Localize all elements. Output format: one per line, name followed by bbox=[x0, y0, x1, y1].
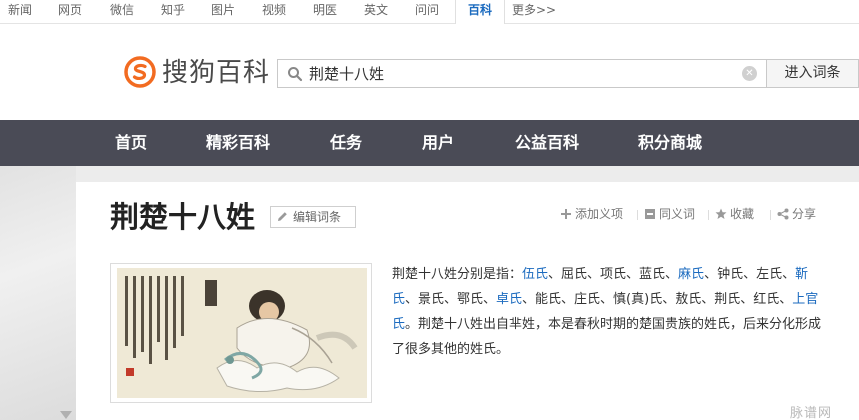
entry-summary: 荆楚十八姓分别是指：伍氏、屈氏、项氏、蓝氏、麻氏、钟氏、左氏、靳氏、景氏、鄂氏、… bbox=[392, 262, 832, 362]
header: 搜狗百科 ✕ 进入词条 bbox=[0, 24, 859, 120]
channel-images[interactable]: 图片 bbox=[211, 0, 235, 23]
synonym-icon bbox=[645, 209, 655, 219]
channel-baike[interactable]: 百科 bbox=[455, 0, 505, 25]
nav-featured[interactable]: 精彩百科 bbox=[206, 120, 270, 166]
clear-search-icon[interactable]: ✕ bbox=[742, 66, 757, 81]
divider bbox=[637, 210, 638, 220]
collapse-arrow-icon[interactable] bbox=[60, 411, 72, 420]
main-nav: 首页 精彩百科 任务 用户 公益百科 积分商城 bbox=[0, 120, 859, 166]
painting-image bbox=[117, 268, 367, 398]
entry-image[interactable] bbox=[110, 263, 372, 403]
nav-points-mall[interactable]: 积分商城 bbox=[638, 120, 702, 166]
channel-english[interactable]: 英文 bbox=[364, 0, 388, 23]
entry-card: 荆楚十八姓 编辑词条 添加义项 同义词 收藏 分享 荆楚十八姓分别是指：伍氏、屈… bbox=[76, 182, 859, 420]
edit-entry-button[interactable]: 编辑词条 bbox=[270, 206, 356, 228]
channel-bar: 新闻 网页 微信 知乎 图片 视频 明医 英文 问问 百科 更多>> bbox=[0, 0, 859, 25]
nav-public-baike[interactable]: 公益百科 bbox=[515, 120, 579, 166]
edit-entry-label: 编辑词条 bbox=[293, 210, 342, 224]
page-background bbox=[0, 166, 76, 420]
entry-title: 荆楚十八姓 bbox=[110, 200, 256, 234]
search-input[interactable] bbox=[309, 62, 729, 85]
synonym-label: 同义词 bbox=[659, 207, 696, 221]
link-wu[interactable]: 伍氏 bbox=[522, 267, 548, 282]
channel-wechat[interactable]: 微信 bbox=[110, 0, 134, 23]
summary-text: 。荆楚十八姓出自芈姓，本是春秋时期的楚国贵族的姓氏，后来分化形成了很多其他的姓氏… bbox=[392, 317, 822, 357]
channel-more[interactable]: 更多>> bbox=[512, 0, 556, 23]
brand-name[interactable]: 搜狗百科 bbox=[162, 56, 270, 90]
star-icon bbox=[715, 208, 727, 219]
channel-web[interactable]: 网页 bbox=[58, 0, 82, 23]
summary-text: 、能氏、庄氏、慎(真)氏、敖氏、荆氏、红氏、 bbox=[522, 292, 793, 307]
summary-text: 、景氏、鄂氏、 bbox=[405, 292, 497, 307]
nav-home[interactable]: 首页 bbox=[115, 120, 147, 166]
summary-text: 、屈氏、项氏、蓝氏、 bbox=[548, 267, 679, 282]
summary-text: 荆楚十八姓分别是指： bbox=[392, 267, 523, 282]
link-ma[interactable]: 麻氏 bbox=[678, 267, 704, 282]
divider bbox=[770, 210, 771, 220]
entry-actions: 添加义项 同义词 收藏 分享 bbox=[560, 206, 830, 222]
channel-news[interactable]: 新闻 bbox=[8, 0, 32, 23]
channel-zhihu[interactable]: 知乎 bbox=[161, 0, 185, 23]
search-box: ✕ bbox=[277, 59, 767, 88]
enter-entry-button[interactable]: 进入词条 bbox=[767, 59, 859, 88]
channel-video[interactable]: 视频 bbox=[262, 0, 286, 23]
channel-mingyi[interactable]: 明医 bbox=[313, 0, 337, 23]
channel-wenwen[interactable]: 问问 bbox=[415, 0, 439, 23]
add-sense-label: 添加义项 bbox=[575, 207, 624, 221]
plus-icon bbox=[561, 209, 571, 219]
nav-tasks[interactable]: 任务 bbox=[330, 120, 362, 166]
search-icon bbox=[288, 67, 303, 82]
favorite-label: 收藏 bbox=[730, 207, 755, 221]
share-icon bbox=[777, 208, 789, 220]
sogou-logo-icon[interactable] bbox=[124, 56, 156, 88]
divider bbox=[708, 210, 709, 220]
pencil-icon bbox=[278, 212, 287, 221]
share-label: 分享 bbox=[792, 207, 817, 221]
watermark: 脉谱网 bbox=[790, 406, 833, 420]
summary-text: 、钟氏、左氏、 bbox=[704, 267, 796, 282]
link-zhuo[interactable]: 卓氏 bbox=[496, 292, 522, 307]
nav-users[interactable]: 用户 bbox=[422, 120, 454, 166]
